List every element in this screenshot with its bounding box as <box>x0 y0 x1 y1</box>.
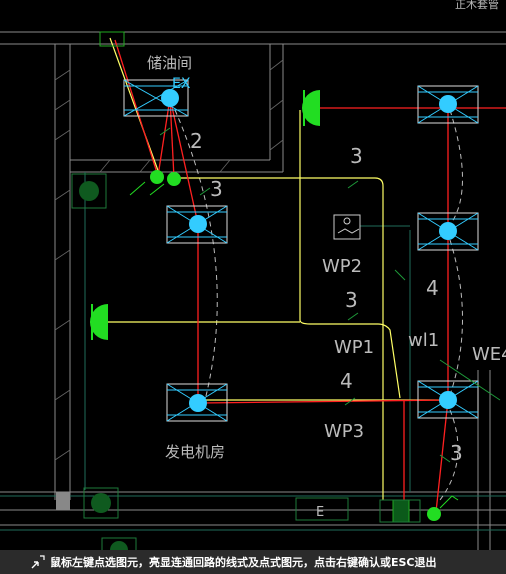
wall-lamp-left[interactable] <box>90 304 108 340</box>
room-label-fuel: 储油间 <box>147 54 192 72</box>
wire-count-3-left: 3 <box>210 177 223 201</box>
switch-pair[interactable] <box>129 170 181 196</box>
wire-count-3-bottom: 3 <box>450 441 463 465</box>
circuit-label-wp2: WP2 <box>322 256 362 277</box>
junction-box-left[interactable] <box>71 173 107 209</box>
dashed-arcs <box>174 109 463 501</box>
circuit-label-e: E <box>316 505 324 520</box>
junction-box-lower[interactable] <box>101 537 137 550</box>
room-label-top-right: 正木套管 <box>455 0 499 11</box>
circuit-label-wl1: wl1 <box>408 330 439 351</box>
distribution-panel-bottom[interactable] <box>379 499 421 523</box>
socket-symbol[interactable] <box>333 214 361 240</box>
wire-count-4-right: 4 <box>426 276 439 300</box>
room-label-generator: 发电机房 <box>165 443 225 461</box>
command-status-bar: 鼠标左键点选图元，亮显连通回路的线式及点式图元，点击右键确认或ESC退出 <box>0 550 506 574</box>
cursor-select-icon <box>31 555 45 569</box>
background-lines <box>0 172 506 531</box>
circuit-label-ex: EX <box>172 76 191 92</box>
wire-count-3-mid: 3 <box>345 288 358 312</box>
wire-count-4-mid: 4 <box>340 369 353 393</box>
light-fixture-right-mid[interactable] <box>417 212 479 251</box>
wire-count-2: 2 <box>190 129 203 153</box>
light-fixture-left-mid[interactable] <box>166 205 228 244</box>
switch-bottom-right[interactable] <box>427 495 459 521</box>
light-fixture-right-top[interactable] <box>417 85 479 124</box>
wall-lamp-top[interactable] <box>302 90 320 126</box>
wire-count-3-top: 3 <box>350 144 363 168</box>
circuit-label-wp3: WP3 <box>324 421 364 442</box>
status-message: 鼠标左键点选图元，亮显连通回路的线式及点式图元，点击右键确认或ESC退出 <box>50 556 437 569</box>
small-box-left <box>56 492 70 510</box>
circuit-label-wp1: WP1 <box>334 337 374 358</box>
cad-drawing-canvas[interactable]: 储油间 发电机房 正木套管 WP2 WP1 WP3 WE4 wl1 E EX 2… <box>0 0 506 550</box>
circuit-label-we4: WE4 <box>472 344 506 365</box>
